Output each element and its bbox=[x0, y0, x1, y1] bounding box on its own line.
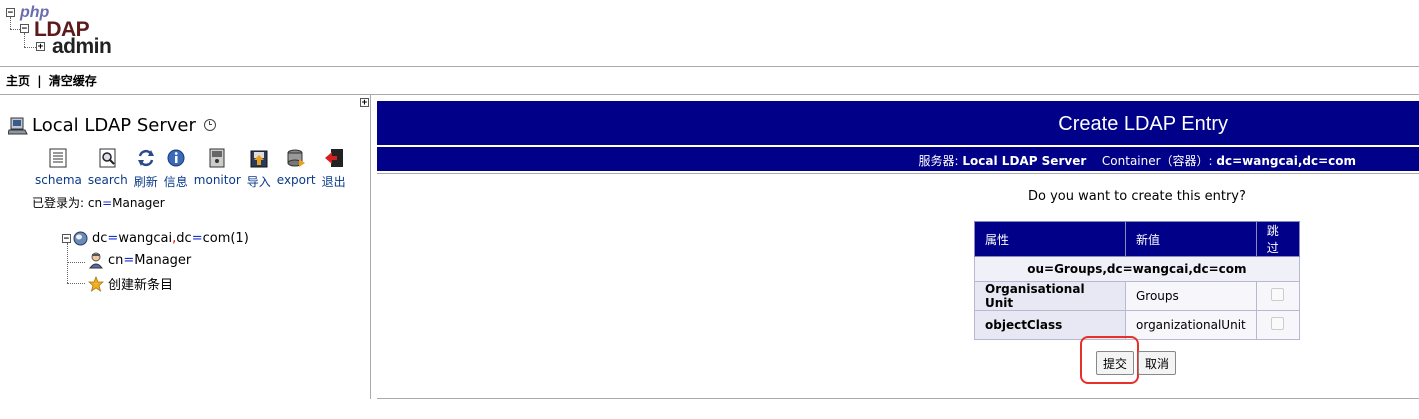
tool-logout[interactable]: 退出 bbox=[322, 147, 346, 190]
logout-icon bbox=[324, 149, 343, 167]
tool-label: monitor bbox=[193, 173, 241, 187]
monitor-icon bbox=[209, 148, 225, 168]
export-icon bbox=[287, 149, 306, 167]
server-toolbar: schema search 刷新 信息 monitor 导入 export 退出 bbox=[35, 147, 352, 190]
logged-in-label: 已登录为: cn bbox=[32, 196, 103, 210]
confirm-question: Do you want to create this entry? bbox=[1028, 189, 1246, 204]
home-link[interactable]: 主页 bbox=[6, 74, 30, 88]
child-count: (1) bbox=[230, 231, 249, 246]
schema-icon bbox=[49, 148, 67, 168]
tree-node-create-new[interactable]: 创建新条目 bbox=[88, 274, 173, 293]
form-buttons: 提交 取消 bbox=[1096, 351, 1177, 375]
tool-info[interactable]: 信息 bbox=[164, 147, 188, 190]
table-row: Organisational Unit Groups bbox=[974, 281, 1300, 311]
skip-checkbox[interactable] bbox=[1271, 317, 1285, 330]
skip-cell bbox=[1255, 310, 1300, 340]
equals-sign: = bbox=[123, 253, 135, 268]
tool-refresh[interactable]: 刷新 bbox=[134, 147, 158, 190]
skip-checkbox[interactable] bbox=[1271, 288, 1285, 301]
tool-label: 退出 bbox=[321, 175, 346, 189]
tool-monitor[interactable]: monitor bbox=[194, 147, 241, 190]
info-icon bbox=[167, 149, 185, 167]
tree-node-manager[interactable]: cn = Manager bbox=[88, 252, 191, 269]
tool-label: export bbox=[276, 173, 316, 187]
table-header-row: 属性 新值 跳过 bbox=[974, 221, 1300, 257]
divider bbox=[0, 66, 1419, 67]
manager-dn-part: Manager bbox=[134, 253, 192, 268]
clock-icon bbox=[204, 119, 216, 131]
logged-in-as: 已登录为: cn=Manager bbox=[32, 194, 165, 211]
refresh-icon bbox=[137, 149, 154, 167]
page-subheader: 服务器: Local LDAP Server Container（容器）: dc… bbox=[377, 147, 1419, 171]
tool-label: 信息 bbox=[163, 175, 188, 189]
root-dn-part: dc bbox=[176, 231, 192, 246]
col-header-skip: 跳过 bbox=[1255, 221, 1300, 257]
search-icon bbox=[99, 148, 116, 168]
user-icon bbox=[88, 252, 104, 269]
server-label: 服务器: bbox=[918, 154, 959, 168]
attribute-value: Groups bbox=[1125, 281, 1257, 311]
logo-minus-box: − bbox=[20, 24, 29, 34]
attribute-name: Organisational Unit bbox=[974, 281, 1126, 311]
import-icon bbox=[250, 150, 268, 168]
equals-sign: = bbox=[102, 196, 113, 210]
page-title: Create LDAP Entry bbox=[1058, 113, 1228, 135]
equals-sign: = bbox=[107, 231, 119, 246]
container-label: Container（容器）: bbox=[1101, 154, 1213, 168]
cancel-button[interactable]: 取消 bbox=[1138, 351, 1177, 375]
col-header-new-value: 新值 bbox=[1125, 221, 1257, 257]
server-name: Local LDAP Server bbox=[962, 154, 1087, 168]
page-header: Create LDAP Entry bbox=[377, 101, 1419, 145]
tool-schema[interactable]: schema bbox=[35, 147, 82, 190]
attribute-value: organizationalUnit bbox=[1125, 310, 1257, 340]
collapse-icon[interactable]: − bbox=[62, 234, 71, 244]
skip-cell bbox=[1255, 281, 1300, 311]
nav-separator: | bbox=[37, 74, 42, 88]
tool-label: schema bbox=[35, 173, 82, 187]
table-row-dn: ou=Groups,dc=wangcai,dc=com bbox=[974, 256, 1300, 282]
logo-admin-text: admin bbox=[52, 35, 112, 58]
logo-plus-box: + bbox=[36, 42, 45, 52]
tool-label: 导入 bbox=[246, 175, 271, 189]
col-header-attribute: 属性 bbox=[974, 221, 1126, 257]
tool-import[interactable]: 导入 bbox=[247, 147, 271, 190]
purge-cache-link[interactable]: 清空缓存 bbox=[49, 74, 97, 88]
entry-table: 属性 新值 跳过 ou=Groups,dc=wangcai,dc=com Org… bbox=[974, 221, 1300, 340]
expand-pane-icon[interactable]: + bbox=[360, 98, 369, 108]
root-dn-part: wangcai bbox=[118, 231, 173, 246]
tool-label: 刷新 bbox=[133, 175, 158, 189]
submit-button[interactable]: 提交 bbox=[1096, 351, 1135, 375]
divider bbox=[377, 398, 1419, 399]
equals-sign: = bbox=[191, 231, 203, 246]
server-title[interactable]: Local LDAP Server bbox=[32, 115, 196, 136]
entry-dn: ou=Groups,dc=wangcai,dc=com bbox=[974, 256, 1300, 282]
container-dn: dc=wangcai,dc=com bbox=[1216, 154, 1356, 168]
phpldapadmin-logo: − − + php LDAP admin bbox=[6, 5, 116, 60]
tool-export[interactable]: export bbox=[277, 147, 316, 190]
tool-label: search bbox=[87, 173, 128, 187]
create-new-label: 创建新条目 bbox=[108, 278, 174, 293]
tool-search[interactable]: search bbox=[88, 147, 128, 190]
manager-dn-part: cn bbox=[108, 253, 124, 268]
globe-icon bbox=[73, 231, 88, 246]
tree-pane: + Local LDAP Server schema search 刷新 信息 … bbox=[0, 95, 371, 399]
logged-in-user: Manager bbox=[112, 196, 165, 210]
divider bbox=[377, 173, 1419, 174]
top-nav: 主页 | 清空缓存 bbox=[6, 72, 97, 89]
tree-node-root[interactable]: − dc = wangcai, dc = com (1) bbox=[62, 231, 249, 246]
logo-minus-box: − bbox=[6, 8, 15, 18]
star-icon bbox=[88, 275, 104, 292]
root-dn-part: dc bbox=[92, 231, 108, 246]
server-icon bbox=[8, 117, 28, 135]
table-row: objectClass organizationalUnit bbox=[974, 310, 1300, 340]
root-dn-part: com bbox=[202, 231, 231, 246]
